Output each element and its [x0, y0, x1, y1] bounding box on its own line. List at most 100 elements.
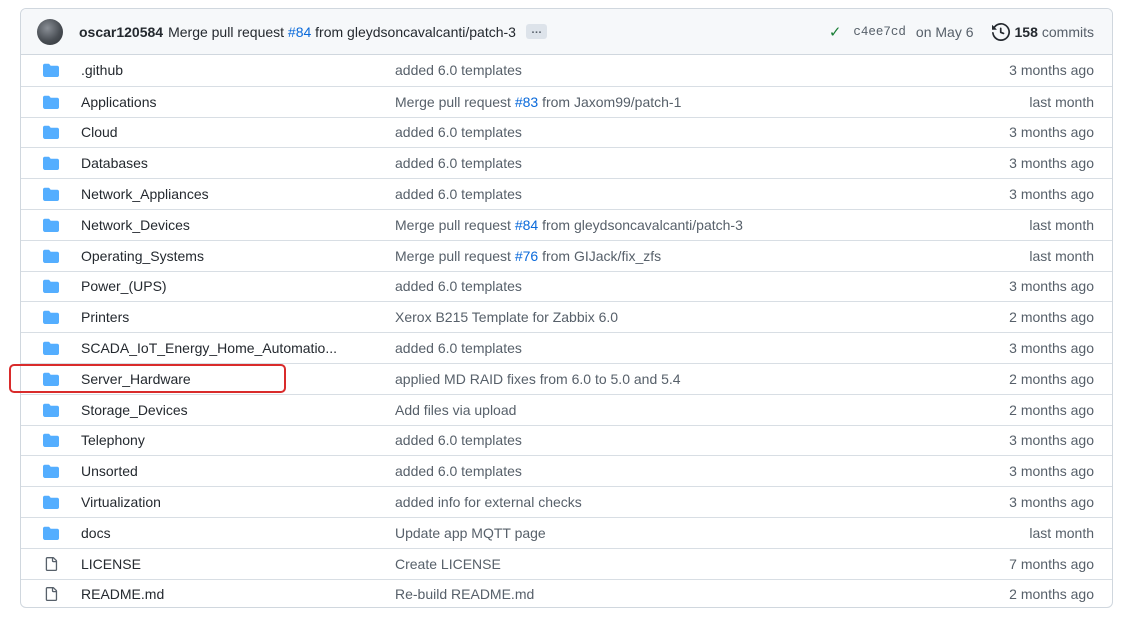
- file-name-link[interactable]: Cloud: [81, 124, 395, 140]
- file-name-link[interactable]: Storage_Devices: [81, 402, 395, 418]
- folder-icon: [41, 62, 61, 78]
- commit-sha[interactable]: c4ee7cd: [853, 25, 906, 39]
- file-row[interactable]: .github added 6.0 templates 3 months ago: [21, 55, 1112, 86]
- commit-age: 2 months ago: [1009, 586, 1094, 603]
- commit-age: 3 months ago: [1009, 278, 1094, 295]
- folder-icon: [41, 217, 61, 233]
- file-name-link[interactable]: Printers: [81, 309, 395, 325]
- file-list: .github added 6.0 templates 3 months ago Ap…: [21, 55, 1112, 607]
- check-icon[interactable]: ✓: [829, 23, 842, 41]
- file-name-link[interactable]: Network_Devices: [81, 217, 395, 233]
- folder-icon: [41, 278, 61, 294]
- commit-age: 2 months ago: [1009, 370, 1094, 387]
- folder-icon: [41, 186, 61, 202]
- file-row[interactable]: Telephony added 6.0 templates 3 months ago: [21, 424, 1112, 456]
- commit-age: last month: [1029, 93, 1094, 110]
- commit-message-link[interactable]: added 6.0 templates: [395, 278, 1009, 294]
- file-name-link[interactable]: docs: [81, 525, 395, 541]
- commit-age: 3 months ago: [1009, 124, 1094, 141]
- file-row[interactable]: Power_(UPS) added 6.0 templates 3 months a…: [21, 270, 1112, 302]
- commits-label[interactable]: commits: [1042, 24, 1094, 40]
- file-name-link[interactable]: Virtualization: [81, 494, 395, 510]
- file-name-link[interactable]: Telephony: [81, 432, 395, 448]
- file-name-link[interactable]: Applications: [81, 94, 395, 110]
- commit-message-link[interactable]: added info for external checks: [395, 494, 1009, 510]
- folder-icon: [41, 402, 61, 418]
- pr-link[interactable]: #76: [515, 248, 538, 264]
- commit-message-link[interactable]: added 6.0 templates: [395, 62, 1009, 78]
- commits-count[interactable]: 158: [1015, 24, 1038, 40]
- commit-age: 2 months ago: [1009, 309, 1094, 326]
- commit-message-link[interactable]: added 6.0 templates: [395, 463, 1009, 479]
- file-row[interactable]: Printers Xerox B215 Template for Zabbix 6…: [21, 301, 1112, 332]
- file-icon: [41, 556, 61, 572]
- folder-icon: [41, 124, 61, 140]
- commit-message-link[interactable]: added 6.0 templates: [395, 340, 1009, 356]
- file-row[interactable]: Storage_Devices Add files via upload 2 mon…: [21, 393, 1112, 425]
- file-name-link[interactable]: LICENSE: [81, 556, 395, 572]
- pr-link[interactable]: #84: [288, 24, 311, 40]
- folder-icon: [41, 155, 61, 171]
- latest-commit-bar: oscar120584 Merge pull request #84 from …: [21, 9, 1112, 55]
- file-name-link[interactable]: .github: [81, 62, 395, 78]
- commit-age: 3 months ago: [1009, 155, 1094, 172]
- commit-message-link[interactable]: Xerox B215 Template for Zabbix 6.0: [395, 309, 1009, 325]
- commit-message-link[interactable]: added 6.0 templates: [395, 155, 1009, 171]
- history-icon[interactable]: [991, 22, 1010, 41]
- file-row[interactable]: Unsorted added 6.0 templates 3 months ago: [21, 455, 1112, 486]
- commit-message-link[interactable]: added 6.0 templates: [395, 124, 1009, 140]
- folder-icon: [41, 309, 61, 325]
- file-row[interactable]: SCADA_IoT_Energy_Home_Automatio... added …: [21, 332, 1112, 363]
- commit-message-link[interactable]: Add files via upload: [395, 402, 1009, 418]
- commit-age: 3 months ago: [1009, 186, 1094, 203]
- commit-age: 3 months ago: [1009, 340, 1094, 357]
- commit-message-link[interactable]: Merge pull request #83 from Jaxom99/patc…: [395, 94, 1029, 110]
- file-row[interactable]: Network_Devices Merge pull request #84 fr…: [21, 208, 1112, 240]
- folder-icon: [41, 248, 61, 264]
- commit-age: 3 months ago: [1009, 432, 1094, 449]
- commit-meta: ✓ c4ee7cd on May 6 158 commits: [829, 22, 1094, 41]
- commit-message-link[interactable]: Merge pull request #76 from GIJack/fix_z…: [395, 248, 1029, 264]
- file-row[interactable]: Virtualization added info for external ch…: [21, 486, 1112, 517]
- file-row[interactable]: Server_Hardware applied MD RAID fixes fro…: [21, 362, 1112, 394]
- file-row[interactable]: LICENSE Create LICENSE 7 months ago: [21, 547, 1112, 579]
- commit-message-link[interactable]: Update app MQTT page: [395, 525, 1029, 541]
- file-name-link[interactable]: README.md: [81, 586, 395, 602]
- file-row[interactable]: Cloud added 6.0 templates 3 months ago: [21, 116, 1112, 148]
- commit-age: 7 months ago: [1009, 555, 1094, 572]
- folder-icon: [41, 494, 61, 510]
- file-name-link[interactable]: Power_(UPS): [81, 278, 395, 294]
- file-row[interactable]: README.md Re-build README.md 2 months ago: [21, 578, 1112, 607]
- commit-age: 3 months ago: [1009, 494, 1094, 511]
- pr-link[interactable]: #84: [515, 217, 538, 233]
- file-row[interactable]: Databases added 6.0 templates 3 months ago: [21, 147, 1112, 178]
- pr-link[interactable]: #83: [515, 94, 538, 110]
- file-name-link[interactable]: Databases: [81, 155, 395, 171]
- file-browser: oscar120584 Merge pull request #84 from …: [20, 8, 1113, 608]
- commit-age: 3 months ago: [1009, 463, 1094, 480]
- commit-age: 2 months ago: [1009, 401, 1094, 418]
- avatar[interactable]: [37, 18, 63, 45]
- folder-icon: [41, 463, 61, 479]
- commit-message-link[interactable]: added 6.0 templates: [395, 186, 1009, 202]
- commit-message-link[interactable]: Create LICENSE: [395, 556, 1009, 572]
- commit-age: last month: [1029, 524, 1094, 541]
- file-row[interactable]: Network_Appliances added 6.0 templates 3 m…: [21, 178, 1112, 209]
- commit-message-link[interactable]: added 6.0 templates: [395, 432, 1009, 448]
- file-row[interactable]: Applications Merge pull request #83 from …: [21, 85, 1112, 117]
- expand-message-button[interactable]: …: [525, 24, 547, 39]
- commit-message[interactable]: Merge pull request #84 from gleydsoncava…: [168, 24, 516, 40]
- file-name-link[interactable]: Operating_Systems: [81, 248, 395, 264]
- file-name-link[interactable]: SCADA_IoT_Energy_Home_Automatio...: [81, 340, 395, 356]
- file-name-link[interactable]: Network_Appliances: [81, 186, 395, 202]
- commit-age: last month: [1029, 216, 1094, 233]
- file-row[interactable]: docs Update app MQTT page last month: [21, 516, 1112, 548]
- file-name-link[interactable]: Server_Hardware: [81, 371, 395, 387]
- file-name-link[interactable]: Unsorted: [81, 463, 395, 479]
- commit-message-link[interactable]: Re-build README.md: [395, 586, 1009, 602]
- commit-author[interactable]: oscar120584: [79, 24, 163, 40]
- commit-message-link[interactable]: Merge pull request #84 from gleydsoncava…: [395, 217, 1029, 233]
- file-row[interactable]: Operating_Systems Merge pull request #76 …: [21, 239, 1112, 271]
- commit-message-link[interactable]: applied MD RAID fixes from 6.0 to 5.0 an…: [395, 371, 1009, 387]
- commit-age: 3 months ago: [1009, 62, 1094, 79]
